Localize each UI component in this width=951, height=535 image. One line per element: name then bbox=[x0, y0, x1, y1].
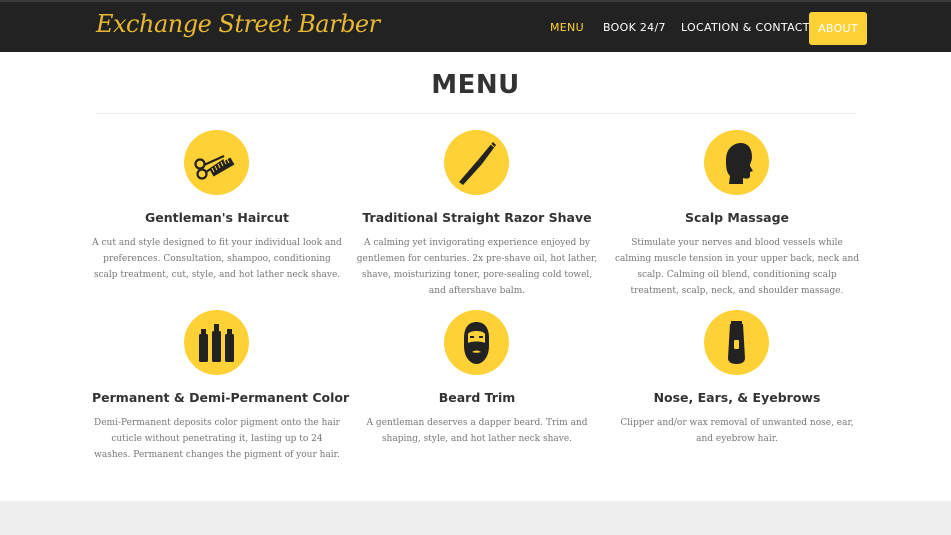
dye-bottles-icon bbox=[199, 324, 234, 362]
service-description: Stimulate your nerves and blood vessels … bbox=[614, 238, 860, 296]
service-icon-circle bbox=[704, 310, 769, 375]
service-description: Clipper and/or wax removal of unwanted n… bbox=[620, 418, 854, 444]
trimmer-icon bbox=[728, 321, 745, 364]
service-title: Beard Trim bbox=[438, 390, 516, 405]
head-profile-icon bbox=[726, 143, 753, 184]
bearded-face-icon bbox=[464, 322, 489, 364]
nav-item-about[interactable]: ABOUT bbox=[809, 12, 867, 45]
service-title: Traditional Straight Razor Shave bbox=[362, 210, 592, 225]
service-icon-circle bbox=[704, 130, 769, 195]
straight-razor-icon bbox=[459, 142, 496, 185]
nav-item-location-contact[interactable]: LOCATION & CONTACT bbox=[681, 21, 810, 34]
scissors-comb-icon bbox=[194, 154, 235, 180]
service-icon-circle bbox=[184, 130, 249, 195]
service-description: A cut and style designed to fit your ind… bbox=[92, 238, 342, 280]
service-title: Permanent & Demi-Permanent Color bbox=[92, 390, 350, 405]
nav-item-menu[interactable]: MENU bbox=[550, 21, 584, 34]
footer-section bbox=[0, 501, 951, 535]
service-icon-circle bbox=[444, 310, 509, 375]
nav-item-book[interactable]: BOOK 24/7 bbox=[603, 21, 666, 34]
service-icon-circle bbox=[444, 130, 509, 195]
service-description: A gentleman deserves a dapper beard. Tri… bbox=[366, 418, 588, 444]
service-title: Nose, Ears, & Eyebrows bbox=[653, 390, 821, 405]
title-divider bbox=[96, 113, 856, 114]
service-description: A calming yet invigorating experience en… bbox=[356, 238, 598, 296]
service-title: Gentleman's Haircut bbox=[145, 210, 289, 225]
top-navbar: Exchange Street Barber MENU BOOK 24/7 LO… bbox=[0, 0, 951, 52]
service-description: Demi-Permanent deposits color pigment on… bbox=[94, 418, 340, 460]
service-icon-circle bbox=[184, 310, 249, 375]
page-title: MENU bbox=[431, 70, 520, 100]
brand-logo[interactable]: Exchange Street Barber bbox=[96, 10, 380, 38]
service-title: Scalp Massage bbox=[684, 210, 790, 225]
